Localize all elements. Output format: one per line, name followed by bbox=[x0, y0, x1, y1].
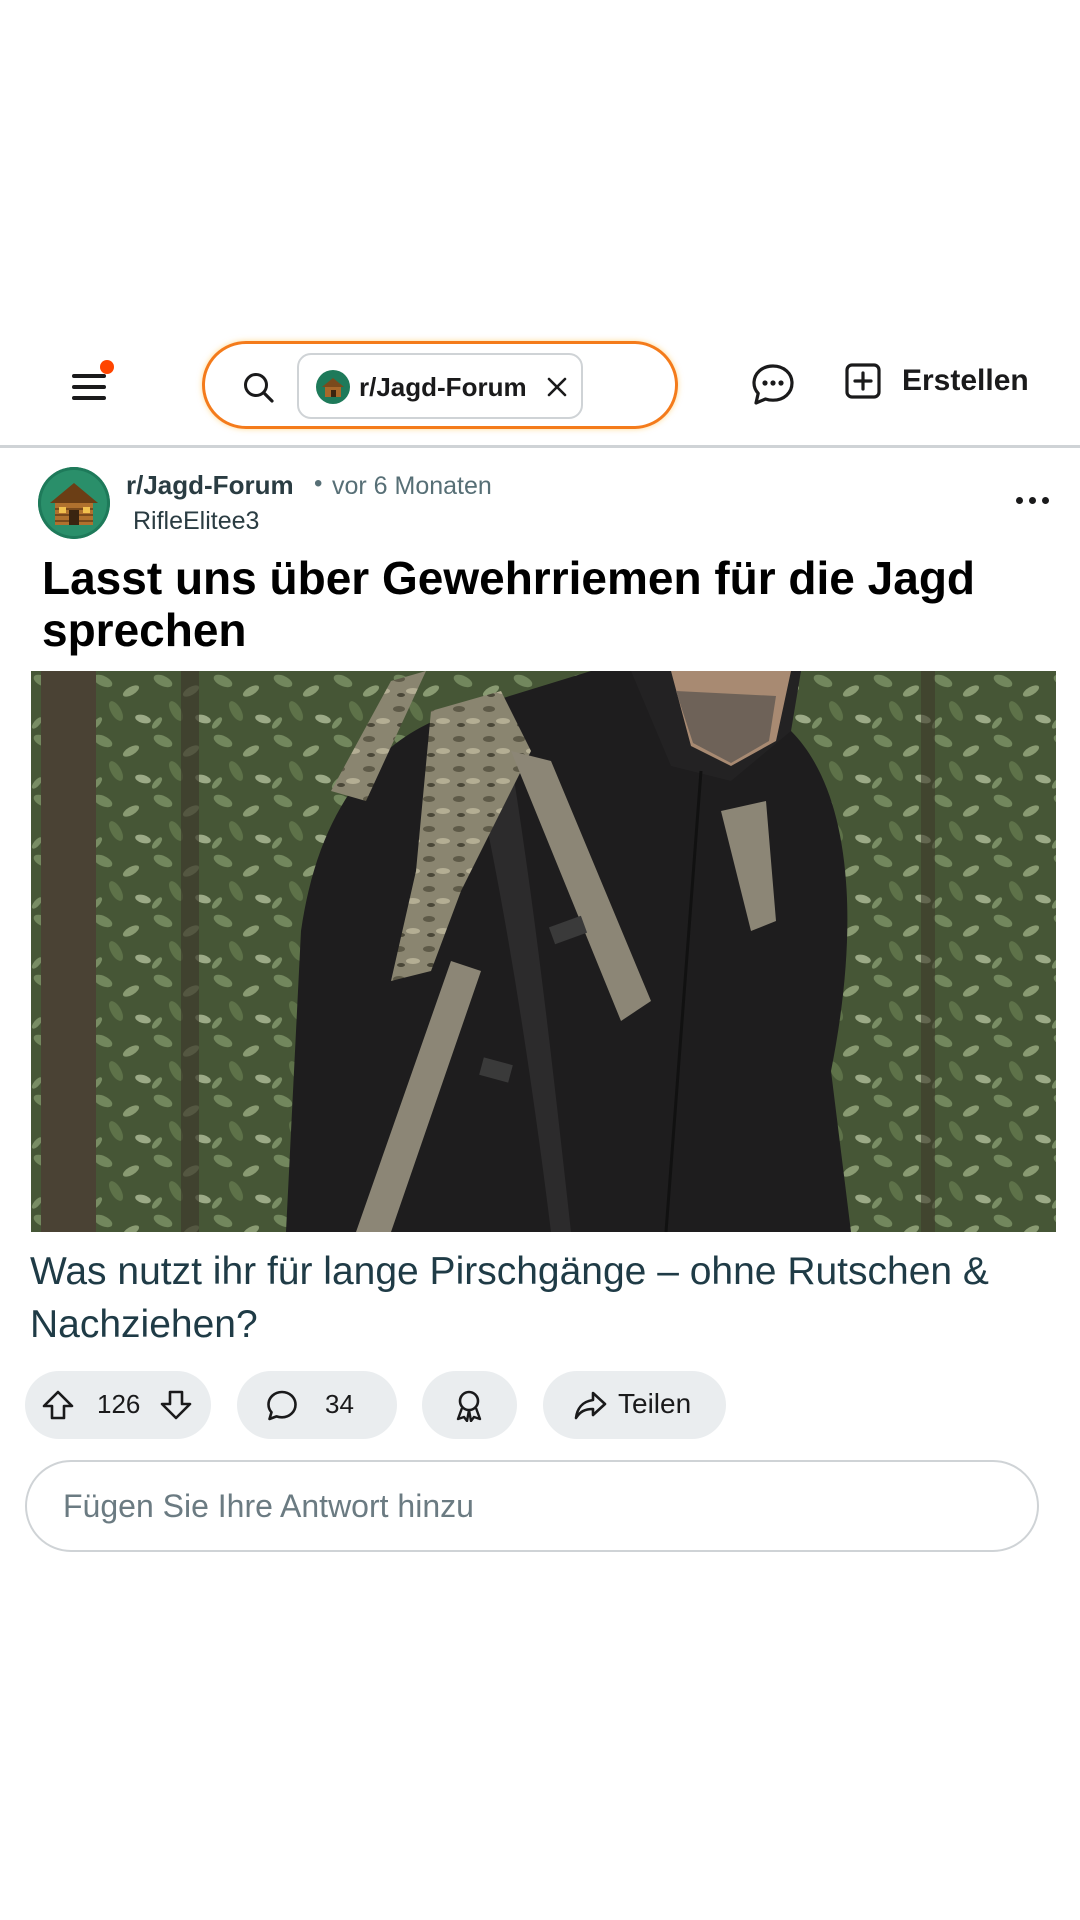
search-bar[interactable]: r/Jagd-Forum bbox=[202, 341, 678, 429]
share-button[interactable]: Teilen bbox=[543, 1371, 726, 1439]
more-icon-dot bbox=[1042, 497, 1049, 504]
more-icon bbox=[1016, 497, 1023, 504]
chat-icon[interactable] bbox=[750, 362, 796, 408]
more-icon-dot bbox=[1029, 497, 1036, 504]
comment-count: 34 bbox=[325, 1389, 354, 1419]
subreddit-link[interactable]: r/Jagd-Forum bbox=[126, 470, 294, 501]
comment-icon bbox=[267, 1390, 297, 1421]
menu-icon-bar bbox=[72, 396, 106, 400]
menu-button[interactable] bbox=[70, 360, 114, 408]
plus-square-icon bbox=[845, 363, 881, 399]
close-icon[interactable] bbox=[545, 375, 569, 399]
notification-dot bbox=[100, 360, 114, 374]
vote-count: 126 bbox=[97, 1389, 141, 1419]
subreddit-avatar[interactable] bbox=[38, 467, 110, 539]
menu-icon-bar bbox=[72, 385, 106, 389]
share-label: Teilen bbox=[618, 1388, 692, 1419]
post-image[interactable] bbox=[31, 671, 1056, 1232]
comments-button[interactable]: 34 bbox=[237, 1371, 397, 1439]
subreddit-filter-chip[interactable]: r/Jagd-Forum bbox=[297, 353, 583, 419]
hunter-photo bbox=[31, 671, 1056, 1232]
subreddit-filter-label: r/Jagd-Forum bbox=[359, 372, 527, 402]
post-body: Was nutzt ihr für lange Pirschgänge – oh… bbox=[30, 1250, 989, 1346]
create-label: Erstellen bbox=[902, 364, 1029, 397]
page: r/Jagd-Forum Erstellen r/Jagd-Forum • vo… bbox=[0, 0, 1080, 1920]
post-title[interactable]: Lasst uns über Gewehrriemen für die Jagd… bbox=[42, 552, 1062, 656]
post-timestamp: vor 6 Monaten bbox=[332, 472, 492, 500]
subreddit-avatar-icon bbox=[316, 370, 350, 404]
reply-input[interactable] bbox=[25, 1460, 1039, 1552]
share-icon bbox=[574, 1391, 607, 1420]
search-icon bbox=[244, 373, 274, 403]
award-icon bbox=[456, 1390, 482, 1422]
more-options-button[interactable] bbox=[1016, 497, 1050, 507]
vote-bar: 126 bbox=[25, 1371, 211, 1439]
cabin-icon bbox=[38, 467, 110, 539]
downvote-icon[interactable] bbox=[159, 1388, 193, 1422]
menu-icon bbox=[72, 374, 106, 378]
upvote-icon[interactable] bbox=[41, 1388, 75, 1422]
meta-separator: • bbox=[314, 470, 323, 497]
post-author[interactable]: RifleElitee3 bbox=[133, 507, 259, 536]
award-button[interactable] bbox=[422, 1371, 517, 1439]
top-bar: r/Jagd-Forum Erstellen bbox=[0, 330, 1080, 448]
